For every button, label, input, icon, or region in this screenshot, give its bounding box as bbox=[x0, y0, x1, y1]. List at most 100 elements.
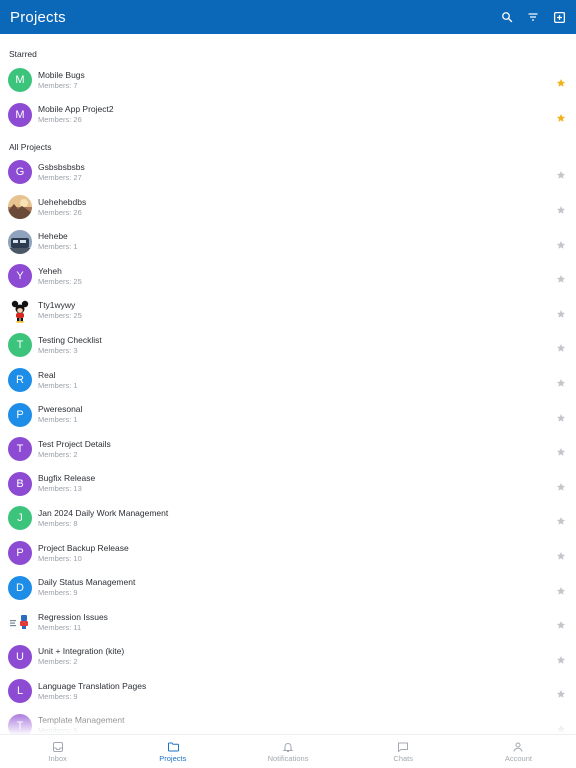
project-name: Testing Checklist bbox=[38, 334, 102, 345]
star-icon[interactable] bbox=[556, 271, 566, 283]
project-row[interactable]: P Pweresonal Members: 1 bbox=[0, 397, 576, 432]
folder-icon bbox=[167, 740, 179, 752]
project-meta: Unit + Integration (kite) Members: 2 bbox=[38, 646, 124, 667]
star-icon[interactable] bbox=[556, 410, 566, 422]
starred-project-row[interactable]: M Mobile App Project2 Members: 26 bbox=[0, 98, 576, 133]
project-row[interactable]: Hehebe Members: 1 bbox=[0, 224, 576, 259]
star-icon[interactable] bbox=[556, 110, 566, 122]
project-meta: Hehebe Members: 1 bbox=[38, 231, 78, 252]
tab-account[interactable]: Account bbox=[461, 735, 576, 768]
star-icon[interactable] bbox=[556, 375, 566, 387]
project-name: Mobile App Project2 bbox=[38, 104, 114, 115]
project-avatar bbox=[8, 229, 32, 254]
project-row[interactable]: G Gsbsbsbsbs Members: 27 bbox=[0, 155, 576, 190]
star-icon[interactable] bbox=[556, 721, 566, 733]
project-meta: Pweresonal Members: 1 bbox=[38, 404, 82, 425]
project-members-count: Members: 1 bbox=[38, 415, 78, 425]
project-avatar: Y bbox=[8, 264, 32, 289]
project-row[interactable]: T Template Management Members: 5 bbox=[0, 709, 576, 734]
add-square-icon[interactable] bbox=[552, 10, 566, 24]
project-name: Hehebe bbox=[38, 231, 68, 242]
star-icon[interactable] bbox=[556, 617, 566, 629]
project-name: Daily Status Management bbox=[38, 577, 136, 588]
project-row[interactable]: Uehehebdbs Members: 26 bbox=[0, 190, 576, 225]
tab-chats[interactable]: Chats bbox=[346, 735, 461, 768]
bottom-nav: Inbox Projects Notifications Chats Account bbox=[0, 734, 576, 768]
project-avatar: L bbox=[8, 679, 32, 704]
project-members-count: Members: 2 bbox=[38, 449, 78, 459]
project-meta: Daily Status Management Members: 9 bbox=[38, 577, 135, 598]
project-meta: Jan 2024 Daily Work Management Members: 8 bbox=[38, 508, 168, 529]
page-title: Projects bbox=[10, 8, 66, 26]
project-members-count: Members: 9 bbox=[38, 691, 78, 701]
project-meta: Mobile Bugs Members: 7 bbox=[38, 70, 85, 91]
projects-list[interactable]: Starred M Mobile Bugs Members: 7 M Mobile Ap… bbox=[0, 34, 576, 734]
project-meta: Bugfix Release Members: 13 bbox=[38, 473, 95, 494]
star-icon[interactable] bbox=[556, 237, 566, 249]
tab-inbox[interactable]: Inbox bbox=[0, 735, 115, 768]
project-row[interactable]: J Jan 2024 Daily Work Management Members: … bbox=[0, 501, 576, 536]
star-icon[interactable] bbox=[556, 513, 566, 526]
project-row[interactable]: R Real Members: 1 bbox=[0, 363, 576, 398]
project-avatar bbox=[8, 195, 32, 220]
project-members-count: Members: 1 bbox=[38, 380, 78, 390]
project-members-count: Members: 11 bbox=[38, 622, 82, 632]
project-members-count: Members: 5 bbox=[38, 726, 78, 734]
project-members-count: Members: 1 bbox=[38, 242, 78, 252]
project-name: Tty1wywy bbox=[38, 300, 76, 311]
project-avatar: G bbox=[8, 160, 32, 185]
project-members-count: Members: 13 bbox=[38, 484, 82, 494]
star-icon[interactable] bbox=[556, 652, 566, 664]
star-icon[interactable] bbox=[556, 479, 566, 491]
tab-projects[interactable]: Projects bbox=[115, 735, 230, 768]
project-meta: Gsbsbsbsbs Members: 27 bbox=[38, 162, 85, 183]
project-members-count: Members: 27 bbox=[38, 172, 82, 182]
bell-icon bbox=[282, 740, 294, 752]
star-icon[interactable] bbox=[556, 340, 566, 353]
project-row[interactable]: U Unit + Integration (kite) Members: 2 bbox=[0, 640, 576, 675]
project-meta: Language Translation Pages Members: 9 bbox=[38, 681, 146, 702]
starred-project-row[interactable]: M Mobile Bugs Members: 7 bbox=[0, 63, 576, 98]
project-row[interactable]: P Project Backup Release Members: 10 bbox=[0, 536, 576, 571]
user-icon bbox=[512, 740, 524, 752]
project-row[interactable]: Regression Issues Members: 11 bbox=[0, 605, 576, 640]
star-icon[interactable] bbox=[556, 548, 566, 560]
tab-notifications[interactable]: Notifications bbox=[230, 735, 345, 768]
project-meta: Testing Checklist Members: 3 bbox=[38, 335, 102, 356]
project-members-count: Members: 7 bbox=[38, 80, 78, 90]
project-members-count: Members: 26 bbox=[38, 115, 82, 125]
project-row[interactable]: D Daily Status Management Members: 9 bbox=[0, 570, 576, 605]
tab-label: Account bbox=[504, 754, 532, 763]
inbox-icon bbox=[52, 740, 64, 752]
search-icon[interactable] bbox=[500, 10, 514, 24]
project-row[interactable]: B Bugfix Release Members: 13 bbox=[0, 467, 576, 502]
project-name: Jan 2024 Daily Work Management bbox=[38, 507, 169, 518]
star-icon[interactable] bbox=[556, 75, 566, 88]
project-name: Gsbsbsbsbs bbox=[38, 161, 85, 172]
project-row[interactable]: T Test Project Details Members: 2 bbox=[0, 432, 576, 467]
star-icon[interactable] bbox=[556, 686, 566, 699]
project-name: Real bbox=[38, 369, 56, 380]
section-all-projects-heading: All Projects bbox=[9, 142, 52, 153]
project-meta: Yeheh Members: 25 bbox=[38, 266, 82, 287]
star-icon[interactable] bbox=[556, 167, 566, 180]
project-avatar: T bbox=[8, 713, 32, 734]
star-icon[interactable] bbox=[556, 583, 566, 595]
project-name: Regression Issues bbox=[38, 611, 108, 622]
project-row[interactable]: Y Yeheh Members: 25 bbox=[0, 259, 576, 294]
project-avatar: J bbox=[8, 506, 32, 531]
header-actions bbox=[500, 10, 566, 24]
project-name: Project Backup Release bbox=[38, 542, 129, 553]
project-avatar: T bbox=[8, 437, 32, 462]
project-meta: Mobile App Project2 Members: 26 bbox=[38, 104, 114, 125]
project-row[interactable]: Tty1wywy Members: 25 bbox=[0, 294, 576, 329]
project-meta: Uehehebdbs Members: 26 bbox=[38, 197, 86, 218]
project-members-count: Members: 25 bbox=[38, 311, 82, 321]
project-row[interactable]: L Language Translation Pages Members: 9 bbox=[0, 674, 576, 709]
filter-icon[interactable] bbox=[526, 10, 540, 24]
star-icon[interactable] bbox=[556, 444, 566, 456]
star-icon[interactable] bbox=[556, 306, 566, 318]
project-row[interactable]: T Testing Checklist Members: 3 bbox=[0, 328, 576, 363]
project-members-count: Members: 10 bbox=[38, 553, 82, 563]
star-icon[interactable] bbox=[556, 202, 566, 214]
